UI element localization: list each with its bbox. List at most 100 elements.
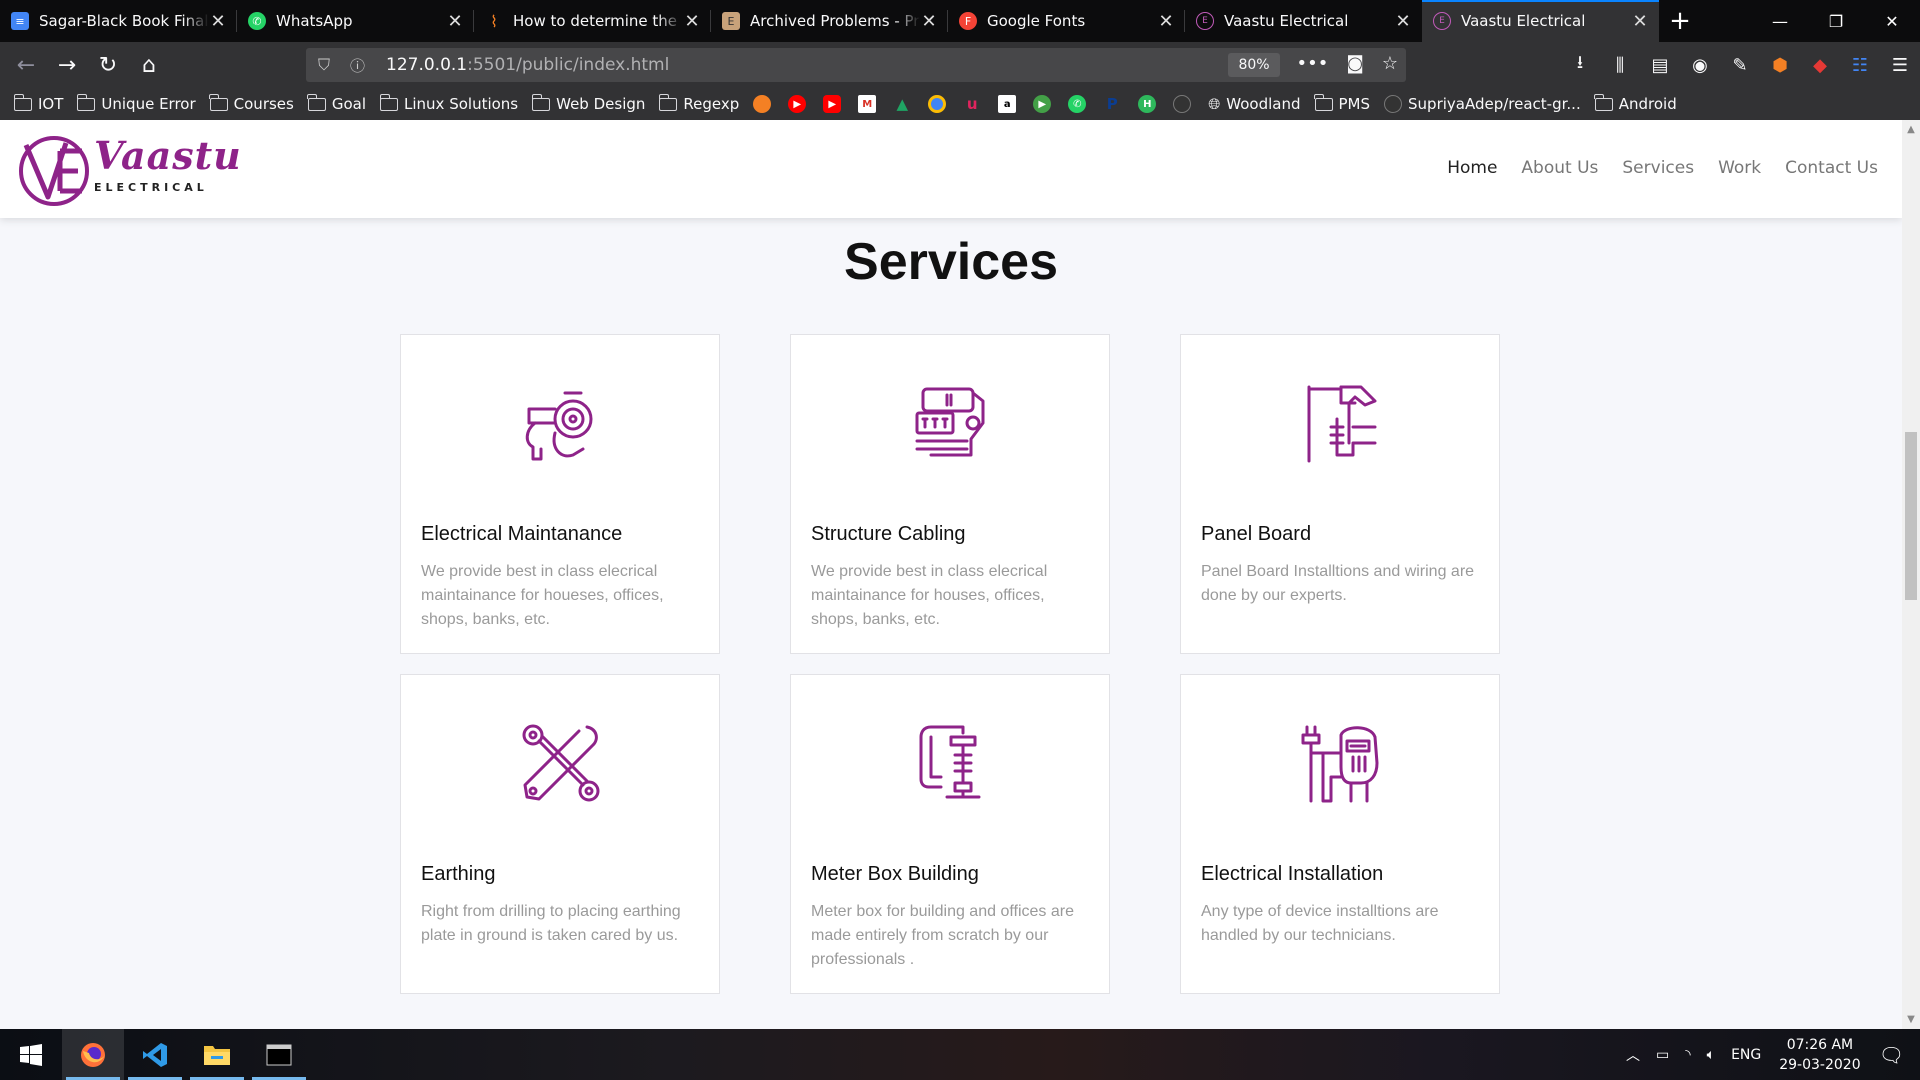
home-icon[interactable]: ⌂ bbox=[129, 49, 169, 81]
shield-icon[interactable]: ⛉ bbox=[318, 55, 340, 75]
bookmark-github-icon[interactable] bbox=[1173, 95, 1192, 113]
scroll-thumb[interactable] bbox=[1905, 432, 1917, 600]
more-actions-icon[interactable]: ••• bbox=[1297, 53, 1329, 74]
bookmark-label: Linux Solutions bbox=[404, 95, 519, 113]
bookmark-youtube-music-icon[interactable]: ▶ bbox=[788, 95, 807, 113]
bookmark-youtube-icon[interactable]: ▶ bbox=[823, 95, 842, 113]
bookmark-folder[interactable]: Linux Solutions bbox=[379, 93, 519, 113]
taskbar-terminal[interactable] bbox=[248, 1029, 310, 1080]
wifi-icon[interactable]: ◝ bbox=[1685, 1047, 1690, 1063]
url-text[interactable]: 127.0.0.1:5501/public/index.html bbox=[386, 55, 669, 75]
bookmark-folder[interactable]: Unique Error bbox=[76, 93, 196, 113]
bookmark-folder[interactable]: IOT bbox=[13, 93, 63, 113]
tab-euler[interactable]: E Archived Problems - Project Euler ✕ bbox=[711, 0, 948, 42]
back-icon[interactable]: ← bbox=[6, 49, 46, 81]
eyedropper-icon[interactable]: ✎ bbox=[1720, 55, 1760, 76]
leaf-blower-icon bbox=[525, 391, 593, 461]
pocket-icon[interactable]: ◙ bbox=[1346, 53, 1363, 74]
bookmark-folder[interactable]: Regexp bbox=[658, 93, 739, 113]
bookmark-h-icon[interactable]: H bbox=[1138, 95, 1157, 113]
url-bar[interactable]: ⛉ ⓘ 127.0.0.1:5501/public/index.html 80%… bbox=[306, 48, 1406, 82]
clock-date: 29-03-2020 bbox=[1779, 1056, 1861, 1073]
bookmark-folder[interactable]: Android bbox=[1594, 93, 1677, 113]
folder-icon bbox=[307, 93, 326, 111]
close-icon[interactable]: ✕ bbox=[209, 11, 227, 32]
tab-docs[interactable]: ≡ Sagar-Black Book Final - Google Docs ✕ bbox=[0, 0, 237, 42]
close-icon[interactable]: ✕ bbox=[1394, 11, 1412, 32]
bookmark-folder[interactable]: Goal bbox=[307, 93, 366, 113]
close-icon[interactable]: ✕ bbox=[920, 11, 938, 32]
info-icon[interactable]: ⓘ bbox=[350, 55, 372, 76]
sidebar-icon[interactable]: ▤ bbox=[1640, 55, 1680, 76]
service-card[interactable]: Electrical Maintanance We provide best i… bbox=[400, 334, 720, 654]
download-icon[interactable]: ⭳ bbox=[1560, 50, 1600, 80]
extension-orange-icon[interactable]: ⬢ bbox=[1760, 55, 1800, 76]
bookmark-udemy-icon[interactable]: u bbox=[963, 95, 981, 113]
bookmark-folder[interactable]: Web Design bbox=[531, 93, 645, 113]
service-card[interactable]: Structure Cabling We provide best in cla… bbox=[790, 334, 1110, 654]
start-button[interactable] bbox=[0, 1029, 62, 1080]
nav-contact-us[interactable]: Contact Us bbox=[1785, 158, 1878, 178]
service-card[interactable]: Electrical Installation Any type of devi… bbox=[1180, 674, 1500, 994]
bookmark-folder[interactable]: Courses bbox=[209, 93, 294, 113]
bookmark-whatsapp-icon[interactable]: ✆ bbox=[1068, 95, 1087, 113]
close-icon[interactable]: ✕ bbox=[683, 11, 701, 32]
new-tab-button[interactable]: + bbox=[1659, 0, 1701, 42]
nav-home[interactable]: Home bbox=[1447, 158, 1497, 178]
tab-whatsapp[interactable]: ✆ WhatsApp ✕ bbox=[237, 0, 474, 42]
service-card[interactable]: Earthing Right from drilling to placing … bbox=[400, 674, 720, 994]
zoom-indicator[interactable]: 80% bbox=[1228, 53, 1280, 77]
bookmark-chrome-icon[interactable] bbox=[928, 95, 947, 113]
service-card[interactable]: Meter Box Building Meter box for buildin… bbox=[790, 674, 1110, 994]
language-indicator[interactable]: ENG bbox=[1731, 1047, 1761, 1063]
bookmark-gmail-icon[interactable]: M bbox=[858, 95, 877, 113]
bookmark-woodland[interactable]: 🌐︎ Woodland bbox=[1208, 95, 1300, 113]
bookmark-amazon-icon[interactable]: a bbox=[998, 95, 1017, 113]
bookmark-paytm-icon[interactable]: P bbox=[1103, 95, 1121, 113]
tab-vaastu-1[interactable]: E Vaastu Electrical ✕ bbox=[1185, 0, 1422, 42]
extension-list-icon[interactable]: ☷ bbox=[1840, 55, 1880, 76]
taskbar-firefox[interactable] bbox=[62, 1029, 124, 1080]
close-icon[interactable]: ✕ bbox=[1157, 11, 1175, 32]
notifications-icon[interactable]: 🗨︎ bbox=[1879, 1043, 1904, 1067]
volume-icon[interactable]: 🔈︎ bbox=[1707, 1047, 1715, 1063]
taskbar-vscode[interactable] bbox=[124, 1029, 186, 1080]
scroll-up-icon[interactable]: ▲ bbox=[1902, 124, 1920, 135]
taskbar-file-explorer[interactable] bbox=[186, 1029, 248, 1080]
service-card[interactable]: Panel Board Panel Board Installtions and… bbox=[1180, 334, 1500, 654]
battery-icon[interactable]: ▭ bbox=[1656, 1047, 1669, 1063]
tab-vaastu-active[interactable]: E Vaastu Electrical ✕ bbox=[1422, 0, 1659, 42]
tray-overflow-icon[interactable]: ︿ bbox=[1626, 1045, 1640, 1065]
nav-about-us[interactable]: About Us bbox=[1521, 158, 1598, 178]
restore-icon[interactable]: ❐ bbox=[1808, 0, 1864, 42]
minimize-icon[interactable]: — bbox=[1752, 0, 1808, 42]
scroll-down-icon[interactable]: ▼ bbox=[1902, 1014, 1920, 1025]
terminal-icon bbox=[266, 1044, 292, 1065]
close-icon[interactable]: ✕ bbox=[446, 11, 464, 32]
bookmark-drive-icon[interactable]: ▲ bbox=[893, 95, 911, 113]
page-scrollbar[interactable]: ▲ ▼ bbox=[1902, 120, 1920, 1029]
bookmark-github-repo[interactable]: SupriyaAdep/react-gr... bbox=[1384, 95, 1581, 113]
extension-red-icon[interactable]: ◆ bbox=[1800, 55, 1840, 76]
close-icon[interactable]: ✕ bbox=[1631, 11, 1649, 32]
docs-icon: ≡ bbox=[11, 12, 29, 30]
menu-icon[interactable]: ☰ bbox=[1880, 55, 1920, 76]
service-title: Electrical Maintanance bbox=[421, 523, 623, 545]
clock[interactable]: 07:26 AM 29-03-2020 bbox=[1779, 1035, 1860, 1075]
vaastu-icon: E bbox=[1196, 12, 1214, 30]
hammer-hand-icon bbox=[1307, 385, 1377, 463]
tab-google-fonts[interactable]: F Google Fonts ✕ bbox=[948, 0, 1185, 42]
forward-icon[interactable]: → bbox=[47, 49, 87, 81]
site-logo[interactable]: Vaastu ELECTRICAL bbox=[16, 131, 241, 209]
nav-work[interactable]: Work bbox=[1718, 158, 1761, 178]
library-icon[interactable]: ⫼ bbox=[1600, 55, 1640, 76]
bookmark-firefox-icon[interactable] bbox=[753, 95, 772, 113]
bookmark-folder[interactable]: PMS bbox=[1314, 93, 1370, 113]
extension-avatar-icon[interactable]: ◉ bbox=[1680, 55, 1720, 76]
bookmark-star-icon[interactable]: ☆ bbox=[1382, 53, 1398, 74]
reload-icon[interactable]: ↻ bbox=[88, 49, 128, 81]
bookmark-play-icon[interactable]: ▶ bbox=[1033, 95, 1052, 113]
tab-stackoverflow[interactable]: ⌇ How to determine the current ✕ bbox=[474, 0, 711, 42]
window-close-icon[interactable]: ✕ bbox=[1864, 0, 1920, 42]
nav-services[interactable]: Services bbox=[1622, 158, 1694, 178]
